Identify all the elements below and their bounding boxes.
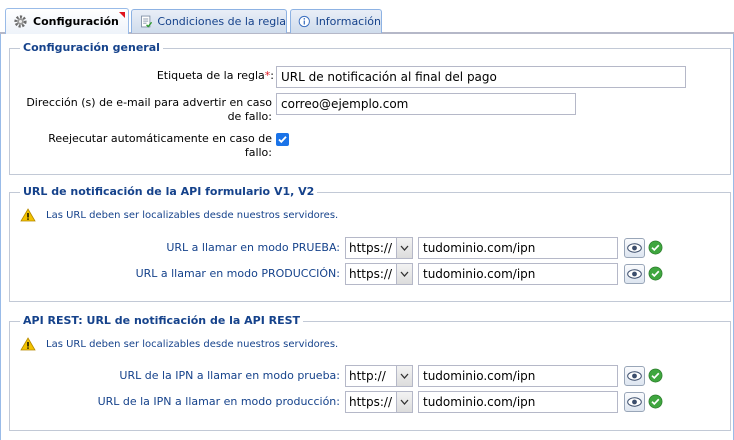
ipn-test-protocol-select[interactable]: http:// xyxy=(345,365,413,387)
protocol-value: http:// xyxy=(349,369,386,383)
ipn-prod-url-input[interactable] xyxy=(418,391,618,413)
document-icon xyxy=(141,15,153,28)
valid-check-icon xyxy=(648,240,663,255)
eye-icon xyxy=(627,371,642,381)
group-legend: Configuración general xyxy=(20,41,163,54)
prod-url-label: URL a llamar en modo PRODUCCIÓN: xyxy=(135,267,340,280)
ipn-prod-protocol-select[interactable]: https:// xyxy=(345,391,413,413)
valid-check-icon xyxy=(648,266,663,281)
general-settings-group: Configuración general Etiqueta de la reg… xyxy=(9,41,731,175)
preview-button[interactable] xyxy=(624,366,645,386)
test-url-input[interactable] xyxy=(418,237,618,259)
test-url-label: URL a llamar en modo PRUEBA: xyxy=(166,241,340,254)
prod-url-input[interactable] xyxy=(418,263,618,285)
preview-button[interactable] xyxy=(624,392,645,412)
chevron-down-icon[interactable] xyxy=(396,264,412,284)
tab-label: Configuración xyxy=(33,15,119,28)
tab-label: Información xyxy=(315,15,381,28)
tab-informacion[interactable]: Información xyxy=(290,9,382,33)
modified-marker-icon xyxy=(119,12,125,18)
tab-condiciones[interactable]: Condiciones de la regla xyxy=(131,9,287,33)
check-icon xyxy=(278,136,287,144)
valid-check-icon xyxy=(648,368,663,383)
info-icon xyxy=(298,15,310,28)
api-form-group: URL de notificación de la API formulario… xyxy=(9,185,731,302)
warning-row: Las URL deben ser localizables desde nue… xyxy=(20,337,338,351)
preview-button[interactable] xyxy=(624,238,645,258)
ipn-test-url-label: URL de la IPN a llamar en modo prueba: xyxy=(119,369,340,382)
chevron-down-icon[interactable] xyxy=(396,366,412,386)
ipn-test-url-input[interactable] xyxy=(418,365,618,387)
eye-icon xyxy=(627,269,642,279)
gear-icon xyxy=(14,15,27,28)
warning-text: Las URL deben ser localizables desde nue… xyxy=(46,338,339,350)
test-protocol-select[interactable]: https:// xyxy=(345,237,413,259)
warning-icon xyxy=(20,208,36,222)
protocol-value: https:// xyxy=(349,267,393,281)
protocol-value: https:// xyxy=(349,395,393,409)
ipn-prod-url-label: URL de la IPN a llamar en modo producció… xyxy=(97,395,340,408)
warning-row: Las URL deben ser localizables desde nue… xyxy=(20,208,338,222)
warning-text: Las URL deben ser localizables desde nue… xyxy=(46,209,339,221)
chevron-down-icon[interactable] xyxy=(396,392,412,412)
tab-strip: Configuración Condiciones de la regla In… xyxy=(0,0,734,34)
email-label: Dirección (s) de e-mail para advertir en… xyxy=(26,96,272,123)
valid-check-icon xyxy=(648,394,663,409)
rule-label: Etiqueta de la regla*: xyxy=(156,69,274,82)
email-input[interactable] xyxy=(276,93,576,115)
tab-panel: Configuración general Etiqueta de la reg… xyxy=(0,34,734,440)
eye-icon xyxy=(627,243,642,253)
rule-name-input[interactable] xyxy=(276,66,686,88)
warning-icon xyxy=(20,337,36,351)
group-legend: API REST: URL de notificación de la API … xyxy=(20,314,304,327)
group-legend: URL de notificación de la API formulario… xyxy=(20,185,318,198)
api-rest-group: API REST: URL de notificación de la API … xyxy=(9,314,731,431)
protocol-value: https:// xyxy=(349,241,393,255)
tab-configuracion[interactable]: Configuración xyxy=(5,8,129,34)
tab-label: Condiciones de la regla xyxy=(157,15,286,28)
eye-icon xyxy=(627,397,642,407)
rule-label-text: Etiqueta de la regla xyxy=(156,69,265,82)
retry-label: Reejecutar automáticamente en caso de fa… xyxy=(48,132,272,159)
prod-protocol-select[interactable]: https:// xyxy=(345,263,413,285)
preview-button[interactable] xyxy=(624,264,645,284)
retry-checkbox[interactable] xyxy=(276,133,289,146)
chevron-down-icon[interactable] xyxy=(396,238,412,258)
